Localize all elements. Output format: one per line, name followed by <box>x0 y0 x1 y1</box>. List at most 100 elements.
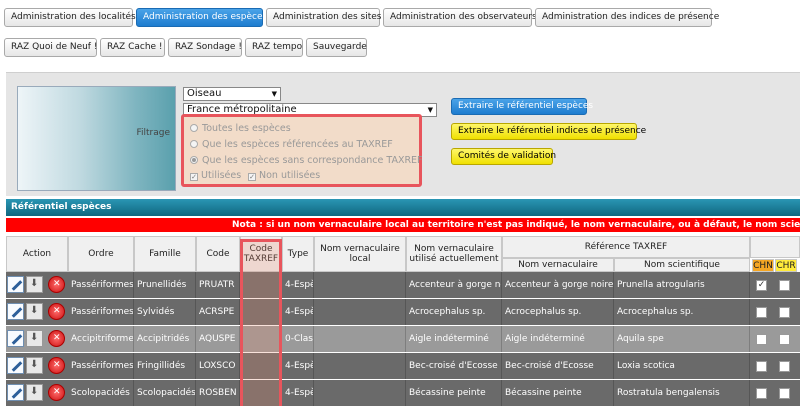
checkbox-chn[interactable] <box>756 388 767 399</box>
cell-type: 4-Espèce <box>282 380 314 406</box>
checkbox-chr[interactable] <box>779 388 790 399</box>
sauvegarde-button[interactable]: Sauvegarde <box>306 38 367 57</box>
edit-icon[interactable] <box>7 384 24 401</box>
cell-ordre: Passériformes <box>68 299 134 325</box>
cell-nom-utilise: Acrocephalus sp. <box>406 299 502 325</box>
cell-ordre: Accipitriformes <box>68 326 134 352</box>
extract-indices-button[interactable]: Extraire le référentiel indices de prése… <box>451 123 646 140</box>
edit-icon[interactable] <box>7 276 24 293</box>
raz-cache-button[interactable]: RAZ Cache ! <box>100 38 165 57</box>
tab-sites[interactable]: Administration des sites <box>266 8 381 27</box>
radio-all-label: Toutes les espèces <box>202 123 291 134</box>
checkbox-chn[interactable] <box>756 307 767 318</box>
nota-banner: Nota : si un nom vernaculaire local au t… <box>6 218 800 232</box>
chevron-down-icon: ▼ <box>271 90 277 98</box>
tab-especes[interactable]: Administration des espèces <box>136 8 267 27</box>
cell-type: 4-Espèce <box>282 299 314 325</box>
cell-nom-local <box>314 353 406 379</box>
filter-gradient-box <box>17 86 176 191</box>
edit-icon[interactable] <box>7 357 24 374</box>
check-non-utilisees-label: Non utilisées <box>259 170 321 181</box>
cell-famille: Sylvidés <box>134 299 196 325</box>
tab-localites[interactable]: Administration des localités <box>4 8 136 27</box>
header-chn: CHN <box>752 259 774 272</box>
radio-no-taxref-species[interactable]: Que les espèces sans correspondance TAXR… <box>190 155 423 166</box>
cell-famille: Fringillidés <box>134 353 196 379</box>
cell-nom-sci: Prunella atrogularis <box>614 272 750 298</box>
radio-checked-icon <box>190 156 198 164</box>
check-non-utilisees[interactable]: ✓ Non utilisées <box>248 170 320 181</box>
table-row: PassériformesFringillidésLOXSCO 4-Espèce B… <box>6 353 800 379</box>
checkbox-chn[interactable] <box>756 361 767 372</box>
radio-taxref-species[interactable]: Que les espèces référencées au TAXREF <box>190 139 393 150</box>
header-commissions <box>750 236 800 258</box>
checkbox-chn[interactable]: ✓ <box>756 280 767 291</box>
radio-no-taxref-label: Que les espèces sans correspondance TAXR… <box>202 155 423 166</box>
cell-famille: Scolopacidés <box>134 380 196 406</box>
download-icon[interactable] <box>26 384 43 401</box>
cell-nom-utilise: Aigle indéterminé <box>406 326 502 352</box>
cell-ordre: Passériformes <box>68 353 134 379</box>
extract-species-button[interactable]: Extraire le référentiel espèces <box>451 98 593 115</box>
delete-icon[interactable] <box>48 384 65 401</box>
delete-icon[interactable] <box>48 330 65 347</box>
raz-tempo-button[interactable]: RAZ tempo <box>245 38 303 57</box>
checkbox-chr[interactable] <box>779 361 790 372</box>
cell-type: 4-Espèce <box>282 353 314 379</box>
radio-taxref-label: Que les espèces référencées au TAXREF <box>202 139 393 150</box>
header-nom-utilise[interactable]: Nom vernaculaire utilisé actuellement <box>406 236 502 272</box>
radio-all-species[interactable]: Toutes les espèces <box>190 123 291 134</box>
cell-nom-utilise: Bécassine peinte <box>406 380 502 406</box>
header-nom-scientifique[interactable]: Nom scientifique <box>614 258 750 272</box>
cell-nom-sci: Loxia scotica <box>614 353 750 379</box>
delete-icon[interactable] <box>48 357 65 374</box>
header-action: Action <box>6 236 68 272</box>
header-ordre[interactable]: Ordre <box>68 236 134 272</box>
delete-icon[interactable] <box>48 276 65 293</box>
raz-quoi-de-neuf-button[interactable]: RAZ Quoi de Neuf ! <box>4 38 97 57</box>
download-icon[interactable] <box>26 330 43 347</box>
chevron-down-icon: ▼ <box>427 106 433 114</box>
committees-button[interactable]: Comités de validation <box>451 148 556 165</box>
download-icon[interactable] <box>26 276 43 293</box>
cell-nom-sci: Aquila spe <box>614 326 750 352</box>
checkbox-checked-icon: ✓ <box>248 173 256 181</box>
cell-type: 0-Classe <box>282 326 314 352</box>
cell-nom-local <box>314 272 406 298</box>
raz-sondage-button[interactable]: RAZ Sondage ! <box>168 38 242 57</box>
cell-famille: Accipitridés <box>134 326 196 352</box>
edit-icon[interactable] <box>7 303 24 320</box>
tab-indices[interactable]: Administration des indices de présence <box>535 8 719 27</box>
edit-icon[interactable] <box>7 330 24 347</box>
cell-nom-sci: Rostratula bengalensis <box>614 380 750 406</box>
tab-observateurs[interactable]: Administration des observateurs <box>383 8 537 27</box>
cell-nom-vern: Bécassine peinte <box>502 380 614 406</box>
class-select[interactable]: Oiseau ▼ <box>183 87 281 101</box>
table-row: PassériformesPrunellidésPRUATR 4-Espèce Ac… <box>6 272 800 298</box>
check-utilisees-label: Utilisées <box>201 170 242 181</box>
header-code[interactable]: Code <box>196 236 240 272</box>
check-utilisees[interactable]: ✓ Utilisées <box>190 170 241 181</box>
header-type[interactable]: Type <box>282 236 314 272</box>
checkbox-chr[interactable] <box>779 280 790 291</box>
cell-code: ACRSPE <box>196 299 240 325</box>
cell-famille: Prunellidés <box>134 272 196 298</box>
delete-icon[interactable] <box>48 303 65 320</box>
code-taxref-highlight <box>240 239 282 406</box>
cell-nom-local <box>314 326 406 352</box>
header-famille[interactable]: Famille <box>134 236 196 272</box>
table-row: PassériformesSylvidésACRSPE 4-Espèce Acroc… <box>6 299 800 325</box>
header-nom-local[interactable]: Nom vernaculaire local <box>314 236 406 272</box>
cell-nom-vern: Bec-croisé d'Ecosse <box>502 353 614 379</box>
checkbox-chn[interactable] <box>756 334 767 345</box>
checkbox-chr[interactable] <box>779 307 790 318</box>
table-row: ScolopacidésScolopacidésROSBEN4-EspèceBé… <box>6 380 800 406</box>
download-icon[interactable] <box>26 357 43 374</box>
download-icon[interactable] <box>26 303 43 320</box>
header-ref-taxref: Référence TAXREF <box>502 236 750 258</box>
cell-nom-utilise: Bec-croisé d'Ecosse <box>406 353 502 379</box>
section-title: Référentiel espèces <box>6 199 800 216</box>
checkbox-chr[interactable] <box>779 334 790 345</box>
header-nom-vernaculaire[interactable]: Nom vernaculaire <box>502 258 614 272</box>
filter-label: Filtrage <box>136 128 170 138</box>
